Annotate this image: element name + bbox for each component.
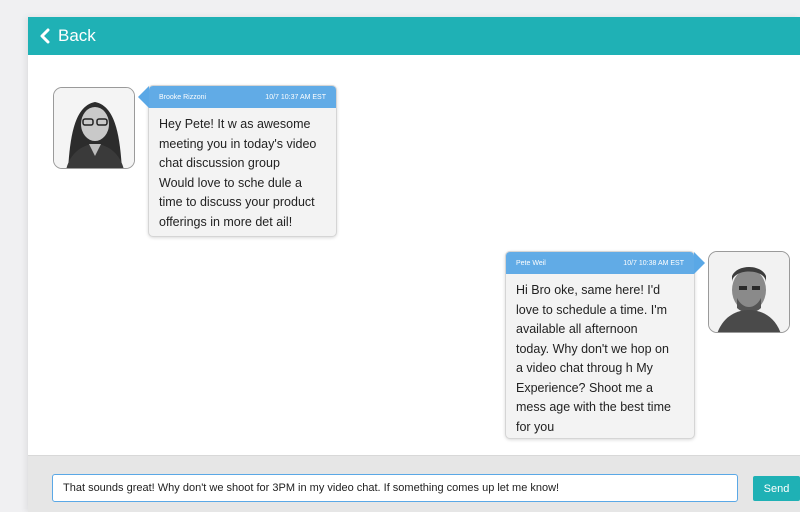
message-line: a video chat throug h My — [516, 361, 653, 375]
chat-window: Back Brooke Rizzoni 10/7 10:37 AM EST He… — [28, 17, 800, 512]
message-line: for you — [516, 419, 555, 434]
message-timestamp: 10/7 10:38 AM EST — [623, 259, 684, 267]
avatar-pete-image — [709, 252, 789, 332]
message-header: Pete Weil 10/7 10:38 AM EST — [506, 252, 694, 274]
message-line: mess age with the best time — [516, 400, 671, 414]
message-line: time to discuss your product — [159, 195, 315, 209]
message-line: love to schedule a time. I'm — [516, 302, 668, 317]
message-bubble-pete: Pete Weil 10/7 10:38 AM EST Hi Bro oke, … — [505, 251, 705, 439]
message-line: Would love to sche dule a — [159, 175, 302, 190]
message-text: Hey Pete! It w as awesome meeting you in… — [149, 108, 336, 240]
message-line: Experience? Shoot me a — [516, 380, 653, 395]
message-line: today. Why don't we hop on — [516, 341, 669, 356]
avatar-pete — [708, 251, 790, 333]
message-line: chat discussion group — [159, 156, 280, 170]
message-line: Hi Bro oke, same here! I'd — [516, 283, 661, 297]
message-text: Hi Bro oke, same here! I'd love to sched… — [506, 274, 694, 445]
chevron-left-icon — [40, 28, 50, 44]
bubble-pointer — [138, 86, 149, 108]
top-bar: Back — [28, 17, 800, 55]
sender-name: Brooke Rizzoni — [159, 93, 207, 101]
message-bubble-brooke: Brooke Rizzoni 10/7 10:37 AM EST Hey Pet… — [138, 85, 337, 240]
send-button[interactable]: Send — [753, 476, 800, 501]
message-header: Brooke Rizzoni 10/7 10:37 AM EST — [149, 86, 336, 108]
avatar-brooke — [53, 87, 135, 169]
message-line: meeting you in today's video — [159, 136, 317, 151]
message-input[interactable] — [52, 474, 738, 502]
message-line: available all afternoon — [516, 322, 638, 336]
bubble-pointer — [694, 252, 705, 274]
message-line: offerings in more det ail! — [159, 214, 293, 229]
back-button[interactable]: Back — [36, 22, 100, 50]
back-label: Back — [58, 26, 96, 45]
message-line: Hey Pete! It w as awesome — [159, 117, 311, 131]
sender-name: Pete Weil — [516, 259, 546, 267]
avatar-brooke-image — [54, 88, 134, 168]
message-composer: Send — [28, 455, 800, 512]
message-timestamp: 10/7 10:37 AM EST — [265, 93, 326, 101]
